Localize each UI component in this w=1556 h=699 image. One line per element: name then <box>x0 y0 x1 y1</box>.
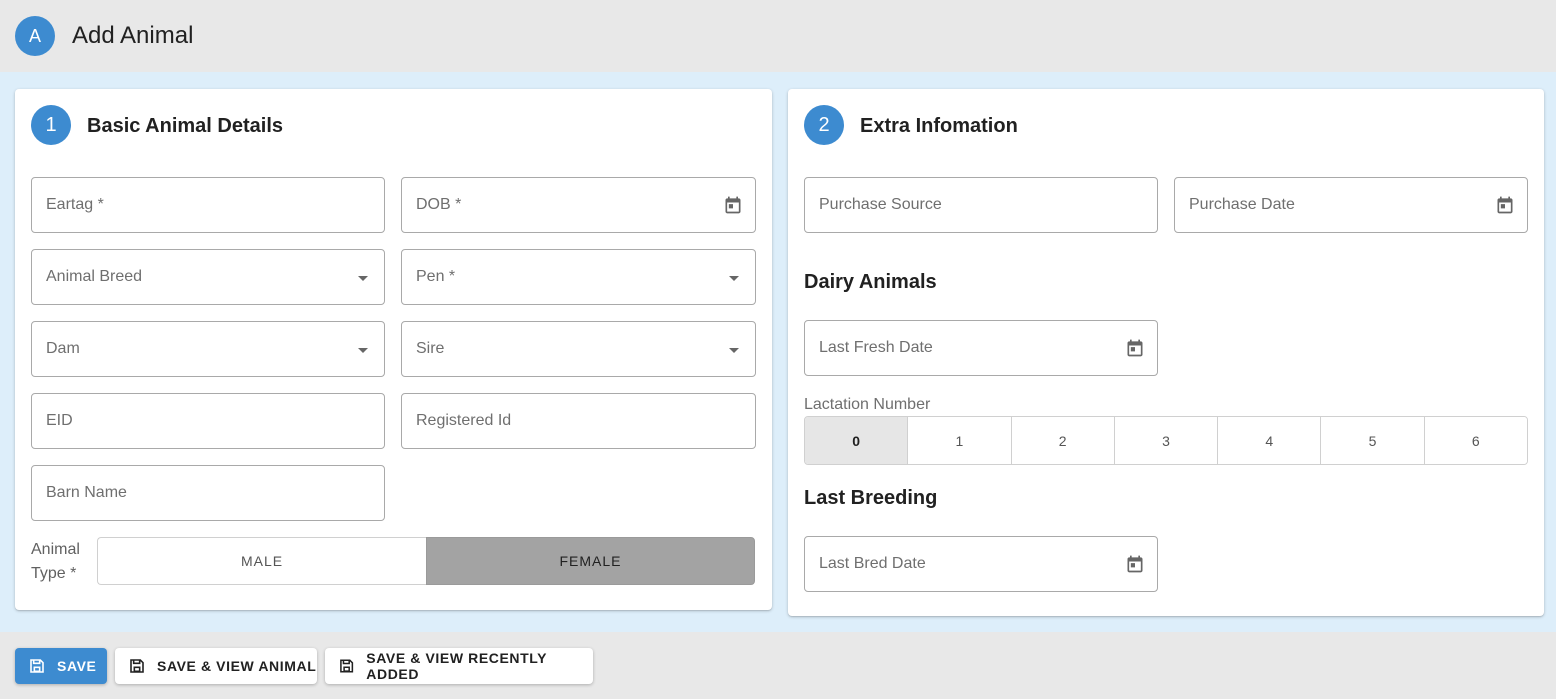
lactation-option-1[interactable]: 1 <box>908 417 1012 464</box>
pen-label: Pen * <box>416 268 456 285</box>
basic-details-card: 1 Basic Animal Details Eartag * DOB * An… <box>15 89 772 610</box>
sire-label: Sire <box>416 340 445 357</box>
calendar-icon[interactable] <box>723 195 743 215</box>
purchase-source-field[interactable]: Purchase Source <box>804 177 1158 233</box>
last-bred-date-field[interactable]: Last Bred Date <box>804 536 1158 592</box>
eid-field[interactable]: EID <box>31 393 385 449</box>
lactation-option-2[interactable]: 2 <box>1011 417 1115 464</box>
barn-name-field[interactable]: Barn Name <box>31 465 385 521</box>
action-bar: SAVE SAVE & VIEW ANIMAL SAVE & VIEW RECE… <box>0 632 1556 699</box>
save-and-view-animal-button[interactable]: SAVE & VIEW ANIMAL <box>115 648 317 684</box>
floppy-disk-icon <box>340 659 354 673</box>
extra-information-title: Extra Infomation <box>860 115 1018 137</box>
save-and-view-animal-label: SAVE & VIEW ANIMAL <box>157 658 317 674</box>
animal-type-male-button[interactable]: MALE <box>97 537 426 585</box>
calendar-icon[interactable] <box>1495 195 1515 215</box>
purchase-date-label: Purchase Date <box>1189 196 1295 213</box>
dairy-animals-heading: Dairy Animals <box>804 271 937 293</box>
sire-select[interactable]: Sire <box>401 321 756 377</box>
floppy-disk-icon <box>30 659 44 673</box>
last-bred-date-label: Last Bred Date <box>819 555 926 572</box>
animal-breed-label: Animal Breed <box>46 268 143 285</box>
animal-type-label: Animal Type * <box>31 541 80 582</box>
animal-type-female-button[interactable]: FEMALE <box>426 537 755 585</box>
registered-id-field[interactable]: Registered Id <box>401 393 756 449</box>
save-and-view-recently-added-button[interactable]: SAVE & VIEW RECENTLY ADDED <box>325 648 593 684</box>
step-2-badge: 2 <box>804 105 844 145</box>
purchase-date-field[interactable]: Purchase Date <box>1174 177 1528 233</box>
app-header: A Add Animal <box>0 0 1556 72</box>
last-breeding-heading: Last Breeding <box>804 487 938 509</box>
calendar-icon[interactable] <box>1125 338 1145 358</box>
calendar-icon[interactable] <box>1125 554 1145 574</box>
dam-label: Dam <box>46 340 80 357</box>
floppy-disk-icon <box>130 659 144 673</box>
page-title: Add Animal <box>72 22 194 49</box>
eid-label: EID <box>46 412 73 429</box>
save-button[interactable]: SAVE <box>15 648 107 684</box>
chevron-down-icon <box>729 348 739 353</box>
basic-details-title: Basic Animal Details <box>87 115 284 137</box>
lactation-number-label: Lactation Number <box>804 396 931 413</box>
lactation-option-3[interactable]: 3 <box>1114 417 1219 464</box>
lactation-option-6[interactable]: 6 <box>1424 417 1527 464</box>
dam-select[interactable]: Dam <box>31 321 385 377</box>
chevron-down-icon <box>358 348 368 353</box>
barn-name-label: Barn Name <box>46 484 127 501</box>
dob-label: DOB * <box>416 196 462 213</box>
last-fresh-date-label: Last Fresh Date <box>819 339 933 356</box>
lactation-number-toggle-group: 0 1 2 3 4 5 6 <box>804 416 1528 465</box>
lactation-option-5[interactable]: 5 <box>1321 417 1425 464</box>
animal-breed-select[interactable]: Animal Breed <box>31 249 385 305</box>
purchase-source-label: Purchase Source <box>819 196 942 213</box>
last-fresh-date-field[interactable]: Last Fresh Date <box>804 320 1158 376</box>
save-and-view-recently-added-label: SAVE & VIEW RECENTLY ADDED <box>366 650 547 682</box>
eartag-field[interactable]: Eartag * <box>31 177 385 233</box>
extra-information-card: 2 Extra Infomation Purchase Source Purch… <box>788 89 1544 616</box>
lactation-option-4[interactable]: 4 <box>1218 417 1322 464</box>
avatar: A <box>15 16 55 56</box>
dob-field[interactable]: DOB * <box>401 177 756 233</box>
save-button-label: SAVE <box>57 658 97 674</box>
eartag-label: Eartag * <box>46 196 104 213</box>
lactation-option-0[interactable]: 0 <box>805 417 909 464</box>
chevron-down-icon <box>729 276 739 281</box>
step-1-badge: 1 <box>31 105 71 145</box>
pen-select[interactable]: Pen * <box>401 249 756 305</box>
registered-id-label: Registered Id <box>416 412 512 429</box>
chevron-down-icon <box>358 276 368 281</box>
